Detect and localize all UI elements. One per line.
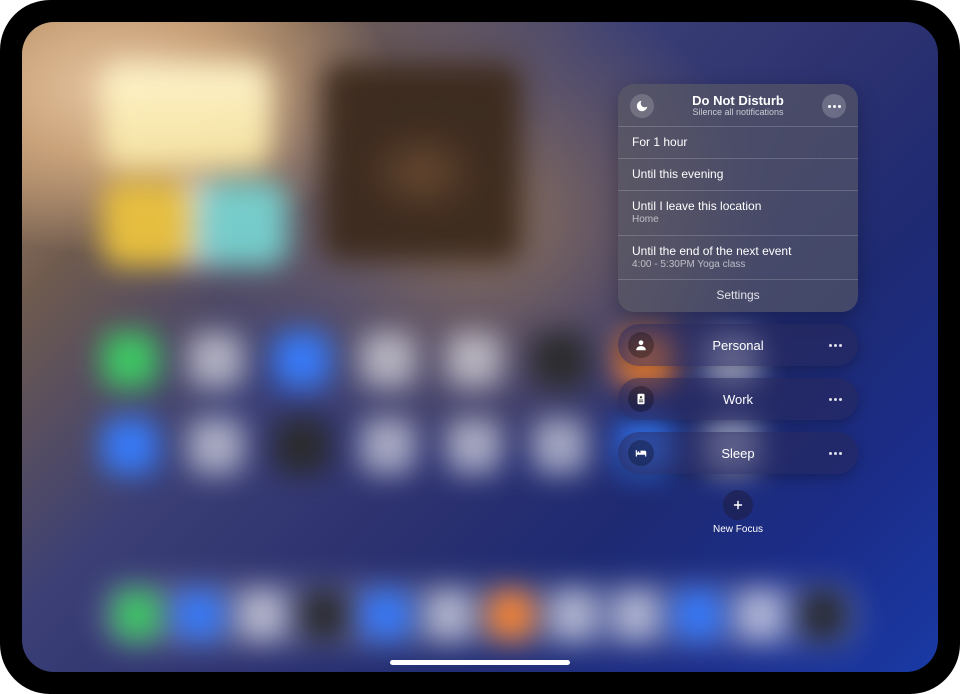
dnd-option-sublabel: 4:00 - 5:30PM Yoga class <box>632 259 844 272</box>
photos-widget-blur <box>322 62 522 262</box>
dnd-subtitle: Silence all notifications <box>664 108 812 118</box>
focus-control-panel: Do Not Disturb Silence all notifications… <box>618 84 858 535</box>
new-focus-button[interactable] <box>723 490 753 520</box>
ipad-screen: Do Not Disturb Silence all notifications… <box>22 22 938 672</box>
focus-more-button[interactable] <box>824 388 846 410</box>
ellipsis-icon <box>829 344 842 347</box>
dnd-option-sublabel: Home <box>632 214 844 227</box>
bed-icon <box>628 440 654 466</box>
focus-label: Personal <box>618 338 858 353</box>
plus-icon <box>731 498 745 512</box>
dnd-settings-label: Settings <box>716 288 759 302</box>
person-icon <box>628 332 654 358</box>
ipad-device-frame: Do Not Disturb Silence all notifications… <box>0 0 960 694</box>
dnd-option-until-leave-location[interactable]: Until I leave this location Home <box>618 190 858 235</box>
dnd-option-until-evening[interactable]: Until this evening <box>618 158 858 190</box>
dnd-option-label: Until I leave this location <box>632 199 844 214</box>
dnd-more-button[interactable] <box>822 94 846 118</box>
dnd-title-wrap: Do Not Disturb Silence all notifications <box>664 94 812 118</box>
home-indicator[interactable] <box>390 660 570 665</box>
dnd-option-label: Until the end of the next event <box>632 244 844 259</box>
ellipsis-icon <box>829 398 842 401</box>
teal-widget-blur <box>202 181 288 267</box>
new-focus: New Focus <box>618 490 858 535</box>
focus-label: Work <box>618 392 858 407</box>
ellipsis-icon <box>829 452 842 455</box>
dnd-title: Do Not Disturb <box>664 94 812 108</box>
focus-pill-work[interactable]: Work <box>618 378 858 420</box>
dnd-option-label: For 1 hour <box>632 135 844 150</box>
notes-widget-blur <box>102 62 272 167</box>
moon-icon <box>630 94 654 118</box>
dnd-header[interactable]: Do Not Disturb Silence all notifications <box>618 84 858 126</box>
dnd-option-for-1-hour[interactable]: For 1 hour <box>618 126 858 158</box>
small-widgets-row <box>102 181 288 267</box>
dnd-option-label: Until this evening <box>632 167 844 182</box>
dock-blur <box>100 580 860 650</box>
focus-more-button[interactable] <box>824 442 846 464</box>
badge-icon <box>628 386 654 412</box>
yellow-widget-blur <box>102 181 188 267</box>
new-focus-label: New Focus <box>713 524 763 535</box>
dnd-option-until-end-of-event[interactable]: Until the end of the next event 4:00 - 5… <box>618 235 858 280</box>
widget-stack <box>102 62 288 267</box>
focus-pill-sleep[interactable]: Sleep <box>618 432 858 474</box>
focus-pill-personal[interactable]: Personal <box>618 324 858 366</box>
ellipsis-icon <box>828 105 841 108</box>
focus-label: Sleep <box>618 446 858 461</box>
focus-more-button[interactable] <box>824 334 846 356</box>
do-not-disturb-card: Do Not Disturb Silence all notifications… <box>618 84 858 312</box>
dnd-settings-button[interactable]: Settings <box>618 279 858 312</box>
